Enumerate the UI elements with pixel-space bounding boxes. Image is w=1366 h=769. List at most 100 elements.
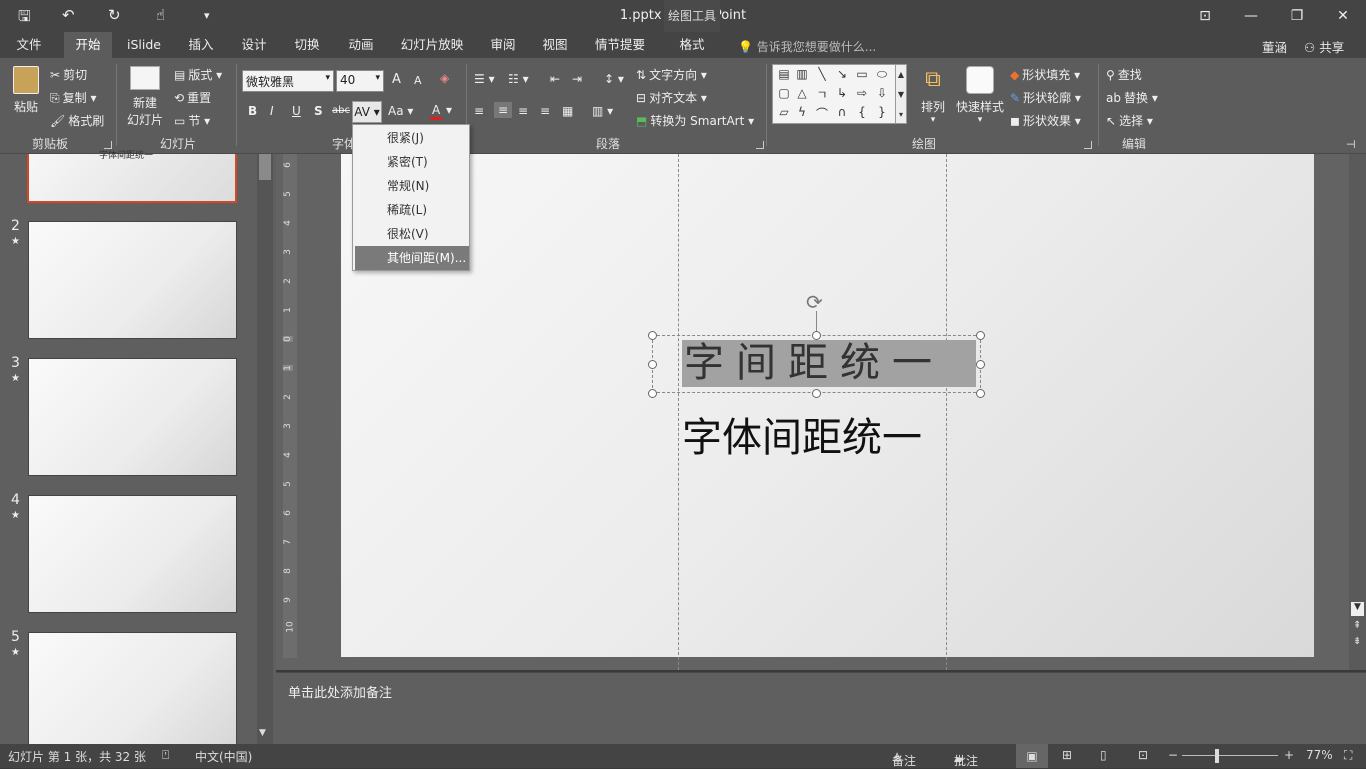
scroll-down-icon[interactable]: ▼ <box>259 728 266 738</box>
format-painter-button[interactable]: 🖌 格式刷 <box>50 112 104 129</box>
bullets-button[interactable]: ☰ ▾ <box>474 72 495 86</box>
down-arrow-shape-icon[interactable]: ⇩ <box>873 86 891 100</box>
menu-item-very-loose[interactable]: 很松(V) <box>355 222 469 246</box>
language-indicator[interactable]: 中文(中国) <box>195 748 252 765</box>
font-size-combo[interactable]: 40 ▾ <box>336 70 384 92</box>
tab-design[interactable]: 设计 <box>232 32 276 58</box>
user-name[interactable]: 董涵 <box>1262 37 1287 56</box>
resize-handle[interactable] <box>976 389 985 398</box>
textbox-shape-icon[interactable]: ▤ <box>775 67 793 81</box>
normal-text[interactable]: 字体间距统一 <box>682 405 922 463</box>
tell-me-search[interactable]: 💡 告诉我您想要做什么... <box>738 38 876 55</box>
layout-button[interactable]: ▤ 版式 ▾ <box>174 66 222 83</box>
restore-button[interactable]: ❐ <box>1274 0 1320 32</box>
bold-button[interactable]: B <box>248 104 257 118</box>
scroll-down-icon[interactable]: ▼ <box>1351 602 1364 616</box>
zoom-slider[interactable] <box>1182 755 1278 756</box>
right-arrow-shape-icon[interactable]: ⇨ <box>853 86 871 100</box>
tab-islide[interactable]: iSlide <box>120 32 168 58</box>
slide-info[interactable]: 幻灯片 第 1 张，共 32 张 <box>8 748 146 765</box>
find-button[interactable]: ⚲ 查找 <box>1106 66 1142 83</box>
arrange-button[interactable]: ⧉ 排列 ▾ <box>918 66 948 125</box>
underline-button[interactable]: U <box>292 104 301 118</box>
reading-view-icon[interactable]: ▯ <box>1100 748 1107 762</box>
line-spacing-button[interactable]: ↕ ▾ <box>604 72 624 86</box>
align-center-icon[interactable]: ≡ <box>494 102 513 118</box>
shape-outline-button[interactable]: ✎ 形状轮廓 ▾ <box>1010 89 1081 106</box>
increase-indent-icon[interactable]: ⇥ <box>572 72 582 86</box>
align-text-button[interactable]: ⊟ 对齐文本 ▾ <box>636 89 707 106</box>
change-case-button[interactable]: Aa ▾ <box>388 104 413 118</box>
shadow-button[interactable]: S <box>314 104 323 118</box>
line-shape-icon[interactable]: ╲ <box>813 67 831 81</box>
paragraph-launcher-icon[interactable] <box>756 141 764 149</box>
left-brace-shape-icon[interactable]: { <box>853 105 871 119</box>
align-left-icon[interactable]: ≡ <box>474 104 484 118</box>
character-spacing-button[interactable]: AV ▾ <box>352 101 382 123</box>
reset-button[interactable]: ⟲ 重置 <box>174 89 211 106</box>
resize-handle[interactable] <box>812 331 821 340</box>
select-button[interactable]: ↖ 选择 ▾ <box>1106 112 1153 129</box>
italic-button[interactable]: I <box>270 104 274 118</box>
thumbnail-scrollbar[interactable]: ▼ <box>257 154 273 744</box>
shape-effects-button[interactable]: ◼ 形状效果 ▾ <box>1010 112 1081 129</box>
callout-shape-icon[interactable]: ▱ <box>775 105 793 119</box>
resize-handle[interactable] <box>648 360 657 369</box>
justify-icon[interactable]: ≡ <box>540 104 550 118</box>
minimize-button[interactable]: — <box>1228 0 1274 32</box>
drawing-launcher-icon[interactable] <box>1084 141 1092 149</box>
next-slide-icon[interactable]: ⇟ <box>1353 636 1361 647</box>
arrow-line-shape-icon[interactable]: ↘ <box>833 67 851 81</box>
slide-thumbnail-2[interactable] <box>28 221 237 339</box>
shape-fill-button[interactable]: ◆ 形状填充 ▾ <box>1010 66 1080 83</box>
new-slide-button[interactable]: 新建 幻灯片 <box>122 66 168 128</box>
rotate-handle-icon[interactable]: ⟳ <box>806 290 823 314</box>
rounded-rect-shape-icon[interactable]: ▢ <box>775 86 793 100</box>
shrink-font-button[interactable]: A <box>414 74 422 87</box>
zoom-level[interactable]: 77% <box>1306 748 1333 762</box>
connector-shape-icon[interactable]: ㄱ <box>813 86 831 103</box>
resize-handle[interactable] <box>648 389 657 398</box>
zoom-in-button[interactable]: + <box>1284 748 1294 762</box>
oval-shape-icon[interactable]: ⬭ <box>873 67 891 82</box>
paste-button[interactable]: 粘贴 <box>8 66 44 115</box>
menu-item-tight[interactable]: 紧密(T) <box>355 150 469 174</box>
share-button[interactable]: ⚇ 共享 <box>1304 37 1344 56</box>
notes-placeholder[interactable]: 单击此处添加备注 <box>288 682 392 701</box>
freeform-shape-icon[interactable]: ϟ <box>793 105 811 119</box>
slide-scrollbar[interactable]: ▼ ⇞ ⇟ <box>1349 154 1366 670</box>
cut-button[interactable]: ✂ 剪切 <box>50 66 87 83</box>
normal-view-icon[interactable]: ▣ <box>1016 744 1048 768</box>
shapes-gallery-scroll[interactable]: ▲ ▼ ▾ <box>895 64 907 124</box>
curve-shape-icon[interactable]: ∩ <box>833 105 851 119</box>
slide-thumbnail-4[interactable] <box>28 495 237 613</box>
strikethrough-button[interactable]: abc <box>332 105 350 116</box>
tab-file[interactable]: 文件 <box>6 32 52 58</box>
resize-handle[interactable] <box>976 360 985 369</box>
convert-smartart-button[interactable]: ⬒ 转换为 SmartArt ▾ <box>636 112 754 129</box>
elbow-shape-icon[interactable]: ↳ <box>833 86 851 100</box>
rectangle-shape-icon[interactable]: ▭ <box>853 67 871 81</box>
copy-button[interactable]: ⎘ 复制 ▾ <box>50 89 96 106</box>
tab-animations[interactable]: 动画 <box>338 32 384 58</box>
menu-item-very-tight[interactable]: 很紧(J) <box>355 126 469 150</box>
slide-thumbnail-3[interactable] <box>28 358 237 476</box>
tab-format[interactable]: 格式 <box>664 32 720 58</box>
clear-formatting-icon[interactable]: ◈ <box>440 71 449 85</box>
tab-review[interactable]: 审阅 <box>480 32 526 58</box>
font-name-combo[interactable]: 微软雅黑 ▾ <box>242 70 334 92</box>
slide-thumbnail-5[interactable] <box>28 632 237 750</box>
align-right-icon[interactable]: ≡ <box>518 104 528 118</box>
menu-item-more-spacing[interactable]: 其他间距(M)... <box>355 246 469 270</box>
slide-thumbnail-1[interactable]: 字体间距统一 <box>27 151 237 203</box>
tab-insert[interactable]: 插入 <box>178 32 224 58</box>
notes-pane[interactable] <box>276 672 1366 744</box>
zoom-slider-thumb[interactable] <box>1215 749 1219 763</box>
close-button[interactable]: ✕ <box>1320 0 1366 32</box>
tab-slideshow[interactable]: 幻灯片放映 <box>392 32 472 58</box>
vertical-textbox-shape-icon[interactable]: ▥ <box>793 67 811 81</box>
right-brace-shape-icon[interactable]: } <box>873 105 891 119</box>
resize-handle[interactable] <box>648 331 657 340</box>
slideshow-view-icon[interactable]: ⊡ <box>1138 748 1148 762</box>
distributed-icon[interactable]: ▦ <box>562 104 573 118</box>
